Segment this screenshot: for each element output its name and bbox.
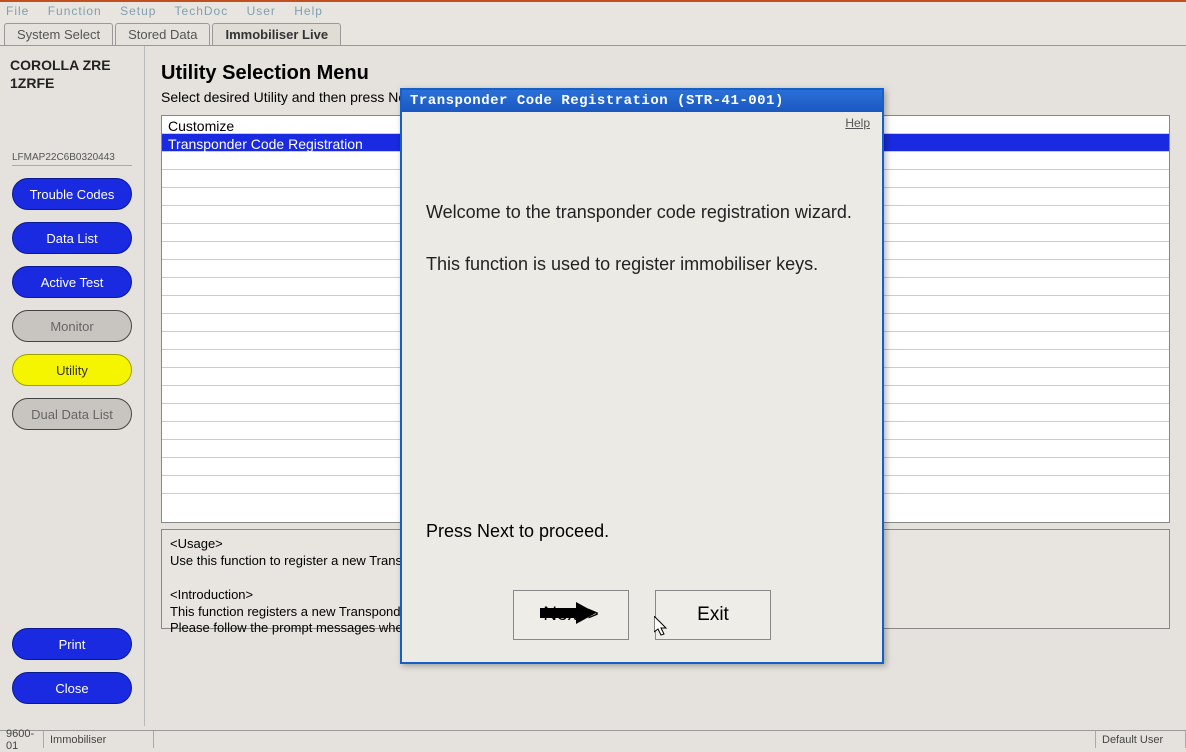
close-button[interactable]: Close (12, 672, 132, 704)
tab-bar: System Select Stored Data Immobiliser Li… (0, 20, 1186, 46)
dual-data-list-button: Dual Data List (12, 398, 132, 430)
active-test-button[interactable]: Active Test (12, 266, 132, 298)
utility-button[interactable]: Utility (12, 354, 132, 386)
menu-help[interactable]: Help (294, 4, 323, 18)
exit-button[interactable]: Exit (655, 590, 771, 640)
status-bar: 9600-01 Immobiliser Default User (0, 730, 1186, 748)
page-title: Utility Selection Menu (161, 62, 1170, 85)
trouble-codes-button[interactable]: Trouble Codes (12, 178, 132, 210)
dialog-welcome-text: Welcome to the transponder code registra… (426, 200, 858, 224)
dialog-help-link[interactable]: Help (402, 112, 882, 130)
status-user: Default User (1096, 731, 1186, 748)
menu-function[interactable]: Function (48, 4, 102, 18)
status-module: Immobiliser (44, 731, 154, 748)
menubar: File Function Setup TechDoc User Help (0, 2, 1186, 20)
transponder-dialog: Transponder Code Registration (STR-41-00… (400, 88, 884, 664)
menu-techdoc[interactable]: TechDoc (175, 4, 229, 18)
menu-setup[interactable]: Setup (120, 4, 156, 18)
tab-system-select[interactable]: System Select (4, 23, 113, 45)
vehicle-name: COROLLA ZRE 1ZRFE (6, 56, 138, 92)
data-list-button[interactable]: Data List (12, 222, 132, 254)
vin-label: LFMAP22C6B0320443 (12, 152, 132, 166)
status-code: 9600-01 (0, 731, 44, 748)
sidebar: COROLLA ZRE 1ZRFE LFMAP22C6B0320443 Trou… (0, 46, 145, 726)
tab-stored-data[interactable]: Stored Data (115, 23, 210, 45)
dialog-desc-text: This function is used to register immobi… (426, 252, 858, 276)
print-button[interactable]: Print (12, 628, 132, 660)
next-button[interactable]: Next > (513, 590, 629, 640)
menu-user[interactable]: User (247, 4, 276, 18)
dialog-proceed-text: Press Next to proceed. (426, 521, 609, 542)
status-blank (154, 731, 1096, 748)
dialog-title: Transponder Code Registration (STR-41-00… (402, 90, 882, 112)
menu-file[interactable]: File (6, 4, 29, 18)
monitor-button: Monitor (12, 310, 132, 342)
tab-immobiliser-live[interactable]: Immobiliser Live (212, 23, 341, 45)
